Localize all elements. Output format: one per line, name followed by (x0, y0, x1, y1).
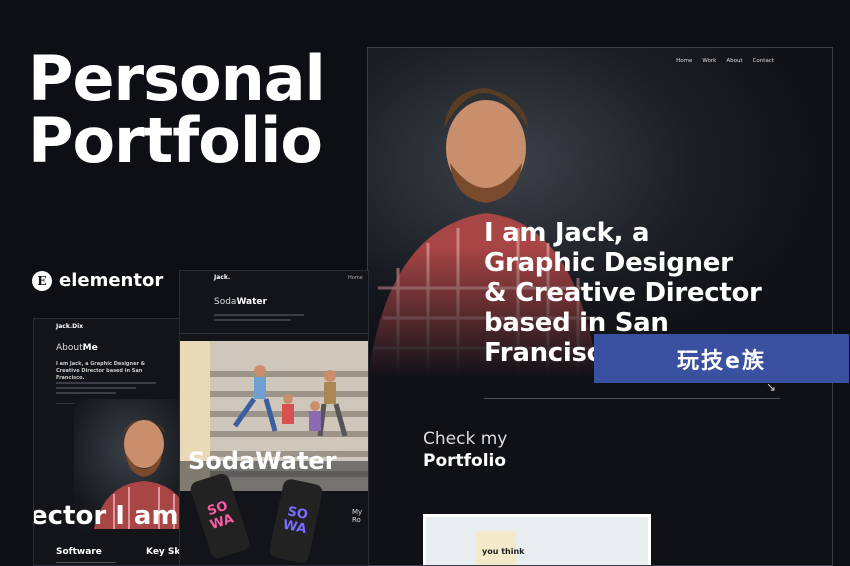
soda-can-1-text: SO WA (205, 498, 236, 533)
soda-title-bold: Water (236, 297, 267, 307)
elementor-badge: E elementor (32, 270, 163, 291)
about-logo: Jack.Dix (56, 323, 84, 330)
about-ghost-text: ector I am (33, 501, 179, 531)
soda-ghost-text: SodaWater (188, 447, 337, 475)
about-title-light: About (56, 343, 83, 353)
soda-logo: Jack. (214, 274, 231, 281)
about-title-bold: Me (82, 343, 98, 353)
soda-nav-home[interactable]: Home (348, 275, 363, 281)
page-headline: Personal Portfolio (28, 48, 348, 172)
nav-contact[interactable]: Contact (753, 58, 774, 64)
nav-work[interactable]: Work (702, 58, 716, 64)
soda-page-preview: Jack. Home SodaWater SodaWater SO WA SO … (179, 270, 369, 566)
nav-about[interactable]: About (726, 58, 742, 64)
elementor-icon: E (32, 270, 52, 291)
key-skills-label: Key Sk (146, 547, 181, 557)
portfolio-heading-bold: Portfolio (423, 451, 507, 471)
soda-side-label: My Ro (352, 508, 363, 524)
software-underline (56, 562, 116, 563)
soda-title: SodaWater (214, 297, 267, 307)
software-label: Software (56, 547, 102, 557)
nav-home[interactable]: Home (676, 58, 692, 64)
portfolio-heading: Check my Portfolio (423, 428, 507, 472)
hero-line-3: & Creative Director (484, 278, 762, 308)
soda-can-2-text: SO WA (281, 504, 310, 538)
main-page-preview: Home Work About Contact I am Jack, a Gra… (367, 47, 833, 566)
soda-divider (180, 333, 368, 334)
soda-title-light: Soda (214, 297, 237, 307)
watermark-banner: 玩技e族 (594, 334, 849, 383)
hero-divider (484, 398, 780, 399)
thumbnail-text: you think (482, 547, 525, 556)
portfolio-heading-light: Check my (423, 429, 508, 449)
about-text-lines (56, 379, 156, 397)
headline-line-2: Portfolio (28, 104, 323, 177)
portfolio-thumbnail[interactable]: you think (423, 514, 651, 565)
about-page-preview: Jack.Dix AboutMe I am Jack, a Graphic De… (33, 318, 183, 566)
headline-line-1: Personal (28, 42, 326, 115)
main-nav: Home Work About Contact (676, 58, 774, 64)
elementor-label: elementor (59, 270, 164, 291)
hero-line-1: I am Jack, a (484, 218, 650, 248)
soda-text-lines (214, 311, 304, 324)
hero-line-2: Graphic Designer (484, 248, 733, 278)
about-title: AboutMe (56, 343, 98, 353)
